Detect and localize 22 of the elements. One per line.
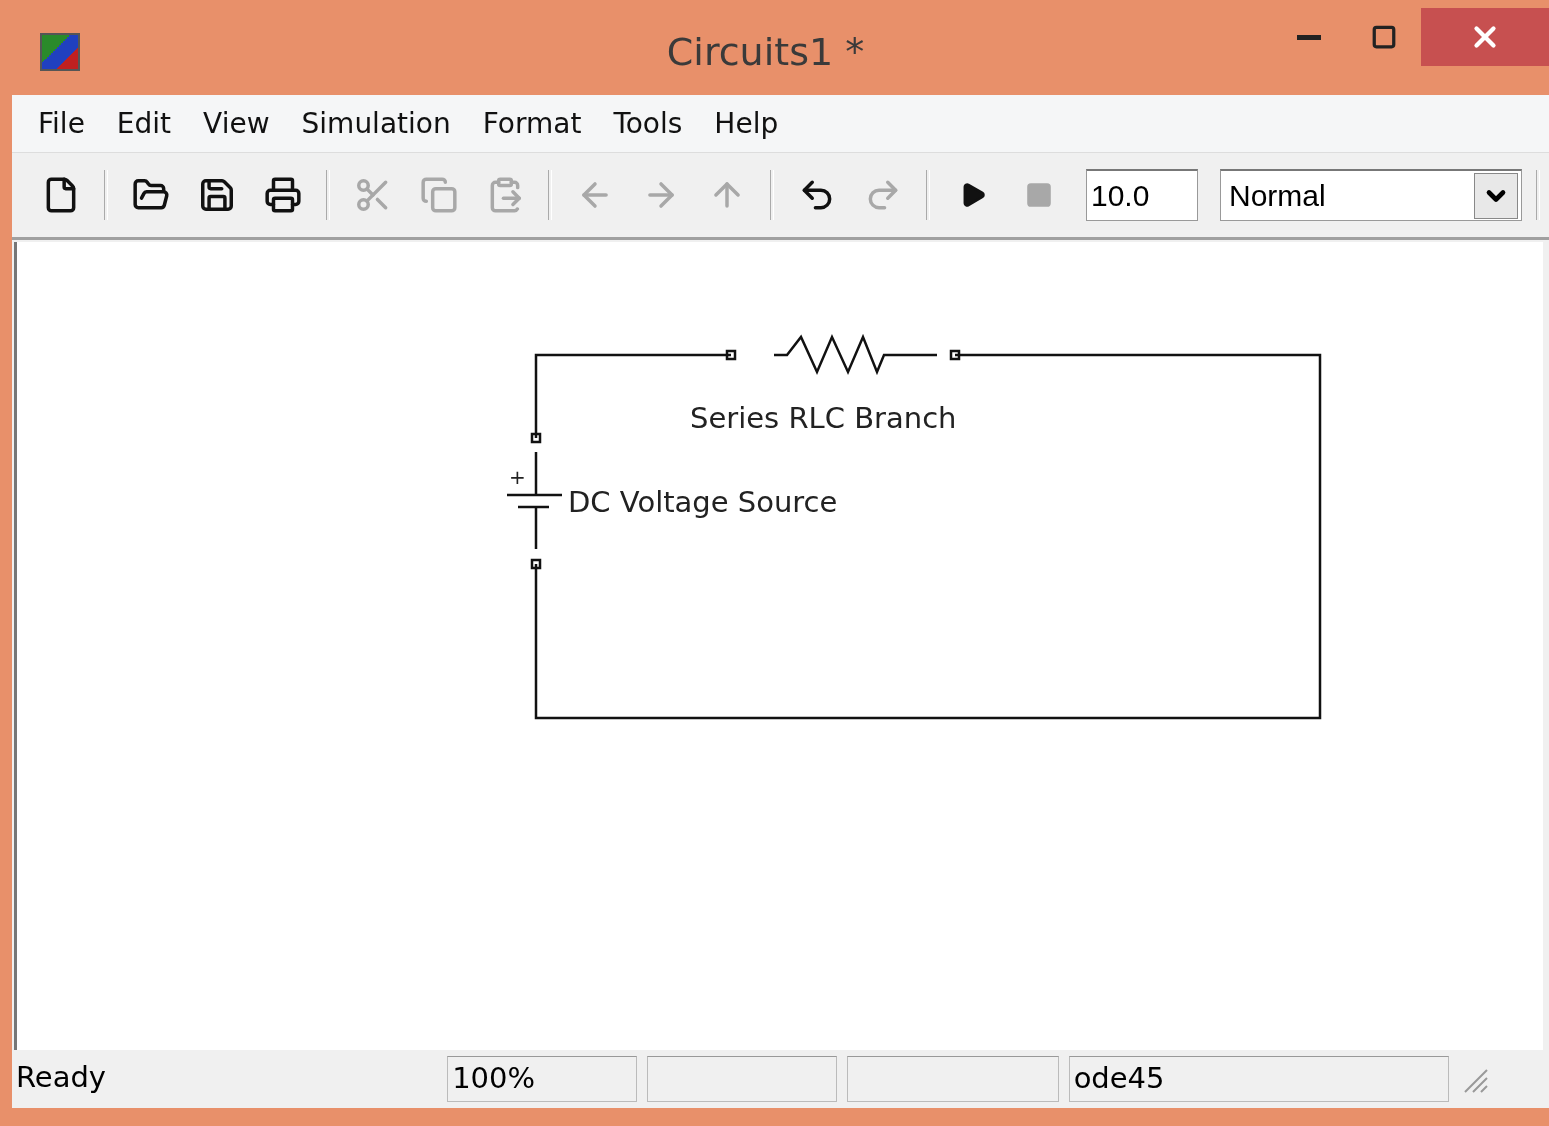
menu-item[interactable]: Simulation xyxy=(285,107,467,140)
stop-time-field[interactable]: 10.0 xyxy=(1086,169,1198,221)
menu-item[interactable]: Help xyxy=(698,107,795,140)
menu-item[interactable]: View xyxy=(187,107,286,140)
mode-dropdown[interactable]: Normal xyxy=(1220,169,1522,221)
resistor-drawing[interactable] xyxy=(725,333,961,376)
menu-item[interactable]: Format xyxy=(466,107,598,140)
zoom-level: 100% xyxy=(447,1056,638,1102)
maximize-icon xyxy=(1370,24,1397,50)
window-title: Circuits1 * xyxy=(665,29,866,74)
minimize-icon xyxy=(1296,34,1321,40)
menu-item[interactable]: Tools xyxy=(597,107,699,140)
polarity-sign: + xyxy=(509,467,526,487)
status-message: Ready xyxy=(15,1059,108,1096)
battery-drawing[interactable] xyxy=(505,432,564,570)
block-label: Series RLC Branch xyxy=(690,404,957,433)
menu-item[interactable]: File xyxy=(22,107,101,140)
menu-item[interactable]: Edit xyxy=(100,107,188,140)
solver-name: ode45 xyxy=(1068,1056,1450,1102)
block-label: DC Voltage Source xyxy=(568,488,838,517)
app-icon xyxy=(40,32,80,71)
close-button[interactable] xyxy=(1421,8,1549,66)
